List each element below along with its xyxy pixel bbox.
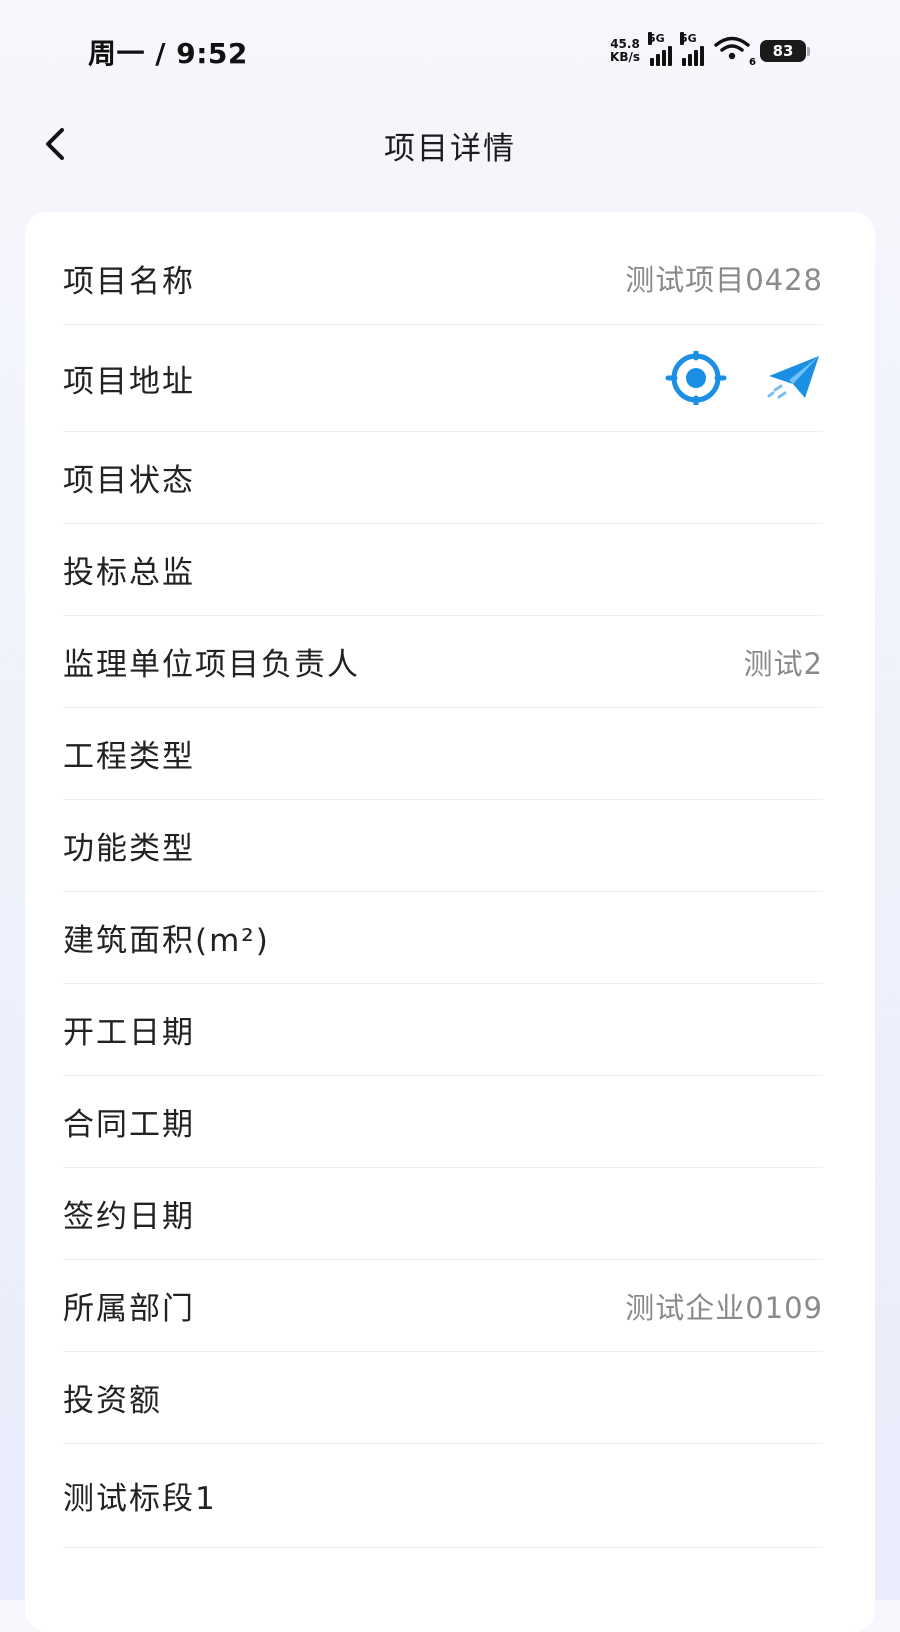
address-actions <box>665 351 821 405</box>
detail-row-signing-date: 签约日期 <box>63 1168 823 1260</box>
row-label: 监理单位项目负责人 <box>63 647 360 683</box>
detail-row-engineering-type: 工程类型 <box>63 708 823 800</box>
row-value: 测试企业0109 <box>625 1290 823 1325</box>
project-detail-card: 项目名称 测试项目0428 项目地址 项目状态 投标总监 监理单位项目负责人 测… <box>25 212 875 1632</box>
detail-row-start-date: 开工日期 <box>63 984 823 1076</box>
page-title: 项目详情 <box>384 131 516 167</box>
detail-row-supervisor-lead: 监理单位项目负责人 测试2 <box>63 616 823 708</box>
row-label: 投资额 <box>63 1383 162 1419</box>
row-value: 测试2 <box>743 646 823 681</box>
detail-row-department: 所属部门 测试企业0109 <box>63 1260 823 1352</box>
network-speed-unit: KB/s <box>610 50 640 64</box>
row-label: 建筑面积(m²) <box>63 923 270 959</box>
nav-bar: 项目详情 <box>0 105 900 185</box>
detail-row-project-status: 项目状态 <box>63 432 823 524</box>
status-icons: 45.8 KB/s 5G 5G 6 83 <box>610 32 810 68</box>
paper-plane-icon[interactable] <box>765 354 821 402</box>
detail-row-contract-period: 合同工期 <box>63 1076 823 1168</box>
battery-icon: 83 <box>760 40 810 62</box>
row-label: 功能类型 <box>63 831 195 867</box>
row-label: 测试标段1 <box>63 1481 217 1517</box>
detail-row-investment: 投资额 <box>63 1352 823 1444</box>
status-time: 周一 / 9:52 <box>88 37 248 70</box>
signal-icon-2: 5G <box>680 32 704 66</box>
network-speed: 45.8 KB/s <box>610 38 640 64</box>
row-label: 项目状态 <box>63 463 195 499</box>
status-bar: 周一 / 9:52 45.8 KB/s 5G 5G 6 83 <box>0 0 900 100</box>
detail-row-test-section: 测试标段1 <box>63 1444 823 1548</box>
row-label: 所属部门 <box>63 1291 195 1327</box>
detail-row-bid-director: 投标总监 <box>63 524 823 616</box>
signal-icon: 5G <box>648 32 672 66</box>
signal-tag-2: 5G <box>680 32 697 45</box>
row-label: 工程类型 <box>63 739 195 775</box>
row-label: 项目名称 <box>63 263 195 300</box>
locate-target-icon[interactable] <box>665 351 727 405</box>
wifi-status: 6 <box>714 36 756 68</box>
detail-row-project-address: 项目地址 <box>63 325 823 432</box>
row-label: 投标总监 <box>63 555 195 591</box>
row-value: 测试项目0428 <box>625 263 823 297</box>
detail-row-building-area: 建筑面积(m²) <box>63 892 823 984</box>
row-label: 签约日期 <box>63 1199 195 1235</box>
row-label: 开工日期 <box>63 1015 195 1051</box>
battery-level: 83 <box>760 40 806 62</box>
wifi-sub: 6 <box>749 57 756 68</box>
detail-row-function-type: 功能类型 <box>63 800 823 892</box>
detail-row-project-name: 项目名称 测试项目0428 <box>63 232 823 325</box>
row-label: 项目地址 <box>63 363 195 400</box>
wifi-icon <box>714 36 750 60</box>
signal-tag: 5G <box>648 32 665 45</box>
row-label: 合同工期 <box>63 1107 195 1143</box>
